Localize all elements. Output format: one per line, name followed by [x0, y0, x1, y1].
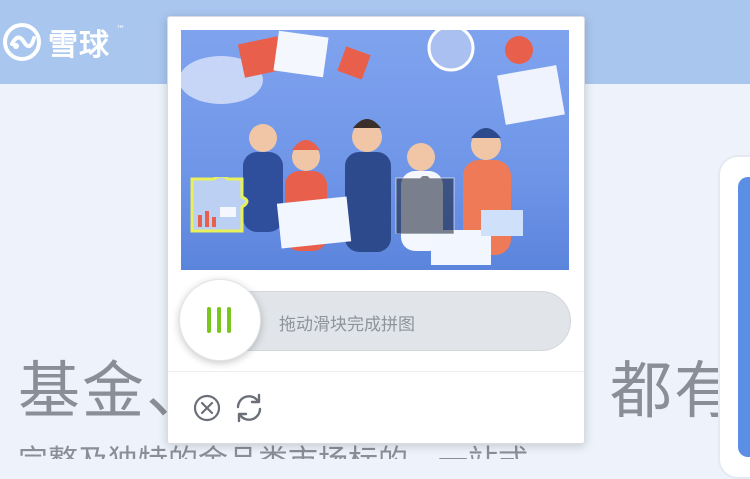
- puzzle-piece[interactable]: [190, 174, 252, 233]
- close-circle-icon: [193, 394, 221, 422]
- puzzle-hole: [394, 174, 456, 235]
- puzzle-image: [181, 30, 569, 270]
- slider-handle[interactable]: [179, 279, 261, 361]
- refresh-icon: [236, 393, 262, 423]
- snowball-logo-icon: [2, 22, 42, 62]
- grip-bars-icon: [207, 307, 231, 333]
- slider-captcha-dialog: 拖动滑块完成拼图: [167, 16, 585, 444]
- side-card: [718, 155, 750, 479]
- logo-text: 雪球: [48, 28, 110, 63]
- trademark-mark: ™: [116, 25, 125, 35]
- site-logo[interactable]: 雪球 ™: [2, 22, 125, 63]
- refresh-button[interactable]: [232, 391, 266, 425]
- divider: [168, 371, 584, 372]
- puzzle-illustration: [181, 30, 565, 265]
- slider-hint-text: 拖动滑块完成拼图: [279, 315, 415, 335]
- close-button[interactable]: [190, 391, 224, 425]
